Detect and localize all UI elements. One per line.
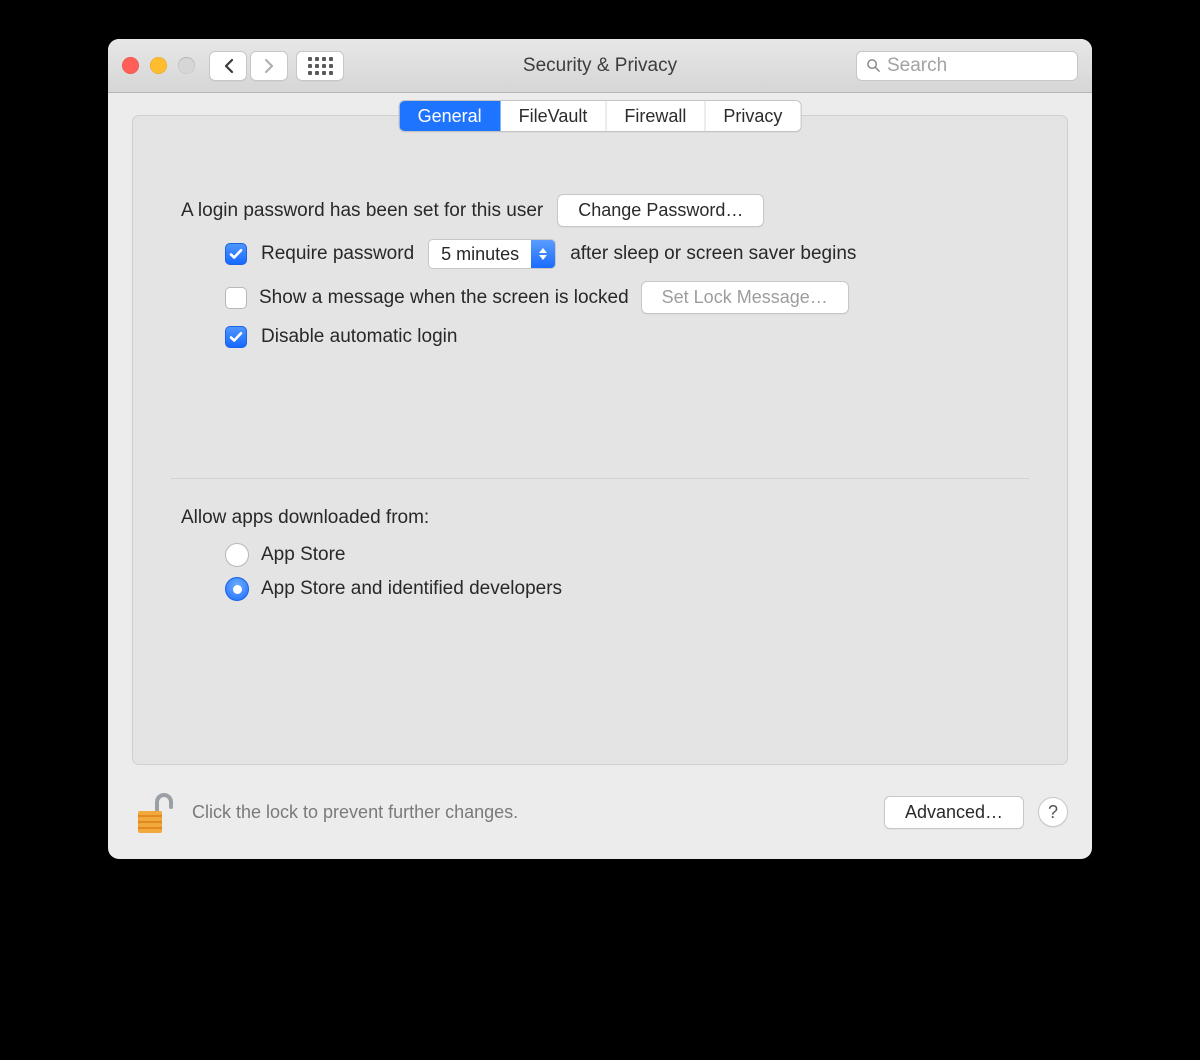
footer: Click the lock to prevent further change…	[108, 779, 1092, 859]
minimize-window-button[interactable]	[150, 57, 167, 74]
show-lock-message-label: Show a message when the screen is locked	[259, 287, 629, 309]
show-all-button[interactable]	[296, 51, 344, 81]
tab-bar: General FileVault Firewall Privacy	[399, 100, 802, 132]
disable-auto-login-checkbox[interactable]	[225, 326, 247, 348]
radio-app-store-label: App Store	[261, 544, 346, 566]
search-field[interactable]: Search	[856, 51, 1078, 81]
search-placeholder: Search	[887, 55, 947, 77]
tab-firewall[interactable]: Firewall	[606, 101, 705, 131]
login-password-row: A login password has been set for this u…	[181, 194, 1019, 227]
chevron-left-icon	[223, 58, 234, 74]
login-password-text: A login password has been set for this u…	[181, 200, 543, 222]
titlebar: Security & Privacy Search	[108, 39, 1092, 93]
tab-privacy[interactable]: Privacy	[705, 101, 800, 131]
change-password-button[interactable]: Change Password…	[557, 194, 764, 227]
disable-auto-login-label: Disable automatic login	[261, 326, 457, 348]
require-password-delay-select[interactable]: 5 minutes	[428, 239, 556, 269]
content-area: General FileVault Firewall Privacy A log…	[108, 93, 1092, 779]
show-lock-message-checkbox[interactable]	[225, 287, 247, 309]
section-divider	[171, 478, 1029, 479]
advanced-button[interactable]: Advanced…	[884, 796, 1024, 829]
set-lock-message-button[interactable]: Set Lock Message…	[641, 281, 849, 314]
tab-panel: General FileVault Firewall Privacy A log…	[132, 115, 1068, 765]
lock-hint-text: Click the lock to prevent further change…	[192, 802, 518, 823]
lock-open-icon	[135, 791, 175, 835]
allow-apps-option-identified: App Store and identified developers	[225, 577, 1019, 601]
back-button[interactable]	[209, 51, 247, 81]
delay-selected-value: 5 minutes	[429, 244, 531, 265]
lock-button[interactable]	[132, 789, 178, 835]
radio-app-store[interactable]	[225, 543, 249, 567]
chevron-right-icon	[264, 58, 275, 74]
require-password-label-after: after sleep or screen saver begins	[570, 243, 856, 265]
show-lock-message-row: Show a message when the screen is locked…	[225, 281, 1019, 314]
radio-app-store-identified[interactable]	[225, 577, 249, 601]
preferences-window: Security & Privacy Search General FileVa…	[108, 39, 1092, 859]
radio-app-store-identified-label: App Store and identified developers	[261, 578, 562, 600]
zoom-window-button	[178, 57, 195, 74]
tab-filevault[interactable]: FileVault	[501, 101, 607, 131]
allow-apps-option-appstore: App Store	[225, 543, 1019, 567]
require-password-row: Require password 5 minutes after sleep o…	[225, 239, 1019, 269]
disable-auto-login-row: Disable automatic login	[225, 326, 1019, 348]
help-button[interactable]: ?	[1038, 797, 1068, 827]
updown-icon	[531, 240, 555, 268]
search-icon	[866, 58, 881, 73]
forward-button[interactable]	[250, 51, 288, 81]
nav-buttons	[209, 51, 288, 81]
allow-apps-heading: Allow apps downloaded from:	[181, 507, 1019, 529]
tab-general[interactable]: General	[400, 101, 501, 131]
require-password-checkbox[interactable]	[225, 243, 247, 265]
window-controls	[122, 57, 195, 74]
close-window-button[interactable]	[122, 57, 139, 74]
require-password-label: Require password	[261, 243, 414, 265]
grid-icon	[308, 57, 333, 75]
